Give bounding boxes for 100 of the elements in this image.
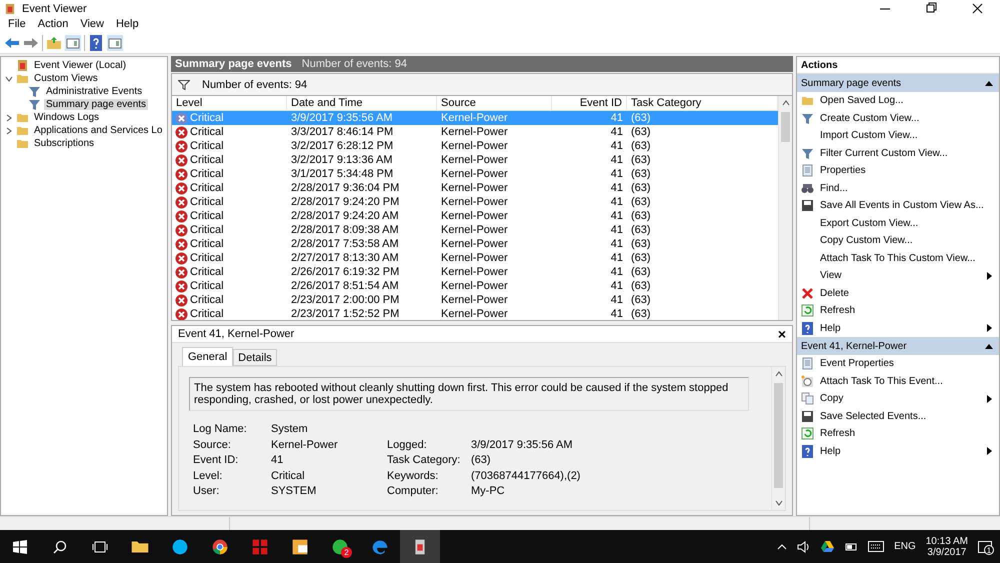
properties-icon	[801, 357, 814, 370]
table-cell-text: 2/28/2017 7:53:58 AM	[290, 238, 400, 250]
folder-up-icon[interactable]	[46, 34, 62, 50]
section-header[interactable]: Event 41, Kernel-Power	[797, 337, 999, 355]
event-row[interactable]: Critical 2/26/2017 6:19:32 PM Kernel-Power 41 (63)	[172, 265, 778, 279]
pane-command[interactable]: Attach Task To This Event...	[820, 376, 999, 387]
tree-item[interactable]: Event Viewer (Local)	[32, 60, 128, 71]
speaker-icon[interactable]	[797, 540, 812, 552]
folder-icon	[801, 94, 814, 108]
scroll-thumb[interactable]	[781, 112, 790, 142]
close-button[interactable]: ×	[778, 327, 786, 341]
table-cell-text: 2/27/2017 8:13:30 AM	[290, 252, 400, 264]
collapse-chevron-icon[interactable]	[5, 74, 13, 82]
section-header[interactable]: Summary page events	[797, 74, 999, 92]
event-row[interactable]: Critical 2/27/2017 8:13:30 AM Kernel-Power 41 (63)	[172, 251, 778, 265]
search-icon[interactable]	[53, 540, 67, 554]
task-view-icon[interactable]	[92, 540, 108, 552]
scrollbar[interactable]	[771, 367, 785, 510]
event-row[interactable]: Critical 2/23/2017 1:52:52 PM Kernel-Power 41 (63)	[172, 307, 778, 320]
pane-command[interactable]: Filter Current Custom View...	[820, 148, 999, 159]
menu-item[interactable]: Help	[110, 17, 145, 32]
pane-command[interactable]: Help	[820, 446, 979, 457]
pane-command[interactable]: Help	[820, 322, 979, 334]
filter-icon	[28, 98, 41, 111]
table-cell-text: (63)	[630, 280, 652, 292]
folder-icon	[16, 124, 29, 137]
tree-item[interactable]: Subscriptions	[32, 138, 96, 149]
event-row[interactable]: Critical 2/28/2017 9:36:04 PM Kernel-Power 41 (63)	[172, 181, 778, 195]
event-row[interactable]: Critical 2/23/2017 2:00:00 PM Kernel-Power 41 (63)	[172, 293, 778, 307]
table-cell-text: 41	[610, 112, 624, 124]
chevron-up-icon[interactable]	[777, 544, 788, 550]
cloud-drive-icon[interactable]	[821, 541, 834, 552]
scrollbar[interactable]	[778, 96, 792, 320]
menu-item[interactable]: View	[74, 17, 110, 32]
battery-icon[interactable]	[844, 542, 858, 552]
pane-command[interactable]: Delete	[820, 288, 999, 299]
tree-item[interactable]: Custom Views	[32, 73, 100, 84]
clock-time[interactable]: 10:13 AM	[926, 536, 968, 546]
pane-icon[interactable]	[65, 34, 81, 50]
event-row[interactable]: Critical 2/26/2017 8:51:54 AM Kernel-Power 41 (63)	[172, 279, 778, 293]
pane-command[interactable]: Export Custom View...	[820, 218, 999, 229]
pane-command[interactable]: Import Custom View...	[820, 130, 999, 142]
field-value: (63)	[471, 454, 492, 466]
scroll-thumb[interactable]	[774, 383, 783, 488]
pane-command[interactable]: Save Selected Events...	[820, 410, 999, 422]
detail-title: Event 41, Kernel-Power	[178, 328, 294, 340]
tree-item[interactable]: Administrative Events	[44, 86, 144, 97]
pane-command[interactable]: Copy	[820, 393, 979, 404]
pane-command[interactable]: Refresh	[820, 428, 999, 440]
event-row[interactable]: Critical 2/28/2017 7:53:58 AM Kernel-Power 41 (63)	[172, 237, 778, 251]
pane-command[interactable]: Event Properties	[820, 358, 999, 370]
pane-command[interactable]: Attach Task To This Custom View...	[820, 252, 999, 264]
help-icon	[801, 322, 814, 335]
tree-item[interactable]: Applications and Services Lo	[32, 125, 164, 136]
table-cell-text: 41	[610, 154, 624, 166]
pane-command[interactable]: Refresh	[820, 305, 999, 316]
pane-command[interactable]: Properties	[820, 165, 999, 176]
pane-command[interactable]: Find...	[820, 182, 999, 194]
event-row[interactable]: Critical 3/2/2017 6:28:12 PM Kernel-Power 41 (63)	[172, 139, 778, 153]
expand-chevron-icon[interactable]	[5, 114, 13, 122]
tree-item[interactable]: Windows Logs	[32, 112, 102, 123]
pane-command[interactable]: Open Saved Log...	[820, 95, 999, 106]
table-cell-text: 41	[610, 210, 624, 222]
pane-command[interactable]: Create Custom View...	[820, 112, 999, 124]
event-row[interactable]: Critical 3/1/2017 5:34:48 PM Kernel-Power 41 (63)	[172, 167, 778, 181]
event-message: The system has rebooted without cleanly shutting down first. This error could be caused if the system stopped responding, crashed, or lost power unexpectedly.	[189, 377, 749, 411]
table-cell-text: Kernel-Power	[440, 280, 509, 292]
tree-item[interactable]: Summary page events	[44, 99, 148, 110]
table-cell-text: 41	[610, 308, 624, 320]
event-row[interactable]: Critical 2/28/2017 8:09:38 AM Kernel-Power 41 (63)	[172, 223, 778, 237]
clock-date[interactable]: 3/9/2017	[927, 546, 966, 558]
event-row[interactable]: Critical 3/3/2017 8:46:14 PM Kernel-Power 41 (63)	[172, 125, 778, 139]
table-cell-text: 41	[610, 280, 624, 292]
expand-chevron-icon[interactable]	[5, 126, 13, 134]
menu-item[interactable]: Action	[32, 17, 74, 32]
pane-command[interactable]: Save All Events in Custom View As...	[820, 200, 999, 212]
table-cell-text: 2/28/2017 9:24:20 PM	[290, 196, 400, 208]
event-row[interactable]: Critical 2/28/2017 9:24:20 PM Kernel-Power 41 (63)	[172, 195, 778, 209]
table-cell-text: Kernel-Power	[440, 126, 509, 138]
pane-icon[interactable]	[107, 34, 123, 50]
keyboard-icon[interactable]	[868, 541, 884, 552]
event-row[interactable]: Critical 2/28/2017 9:24:20 AM Kernel-Power 41 (63)	[172, 209, 778, 223]
table-cell-text: Kernel-Power	[440, 224, 509, 236]
pane-command[interactable]: Copy Custom View...	[820, 235, 999, 246]
notification-badge: 2	[341, 547, 352, 558]
help-icon[interactable]	[88, 34, 104, 50]
language-indicator[interactable]: ENG	[894, 541, 916, 552]
table-cell-text: Kernel-Power	[440, 154, 509, 166]
table-cell-text: Kernel-Power	[440, 140, 509, 152]
menu-item[interactable]: File	[2, 17, 32, 32]
filter-icon	[801, 112, 814, 125]
critical-icon	[175, 168, 188, 180]
notification-center-icon[interactable]: 1	[978, 540, 992, 552]
tab[interactable]: Details	[233, 349, 277, 366]
windows-start-icon[interactable]	[13, 540, 27, 554]
pane-command[interactable]: View	[820, 270, 979, 282]
event-row[interactable]: Critical 3/2/2017 9:13:36 AM Kernel-Power 41 (63)	[172, 153, 778, 167]
table-cell-text: (63)	[630, 154, 652, 166]
table-cell-text: (63)	[630, 196, 652, 208]
tab[interactable]: General	[182, 347, 234, 366]
